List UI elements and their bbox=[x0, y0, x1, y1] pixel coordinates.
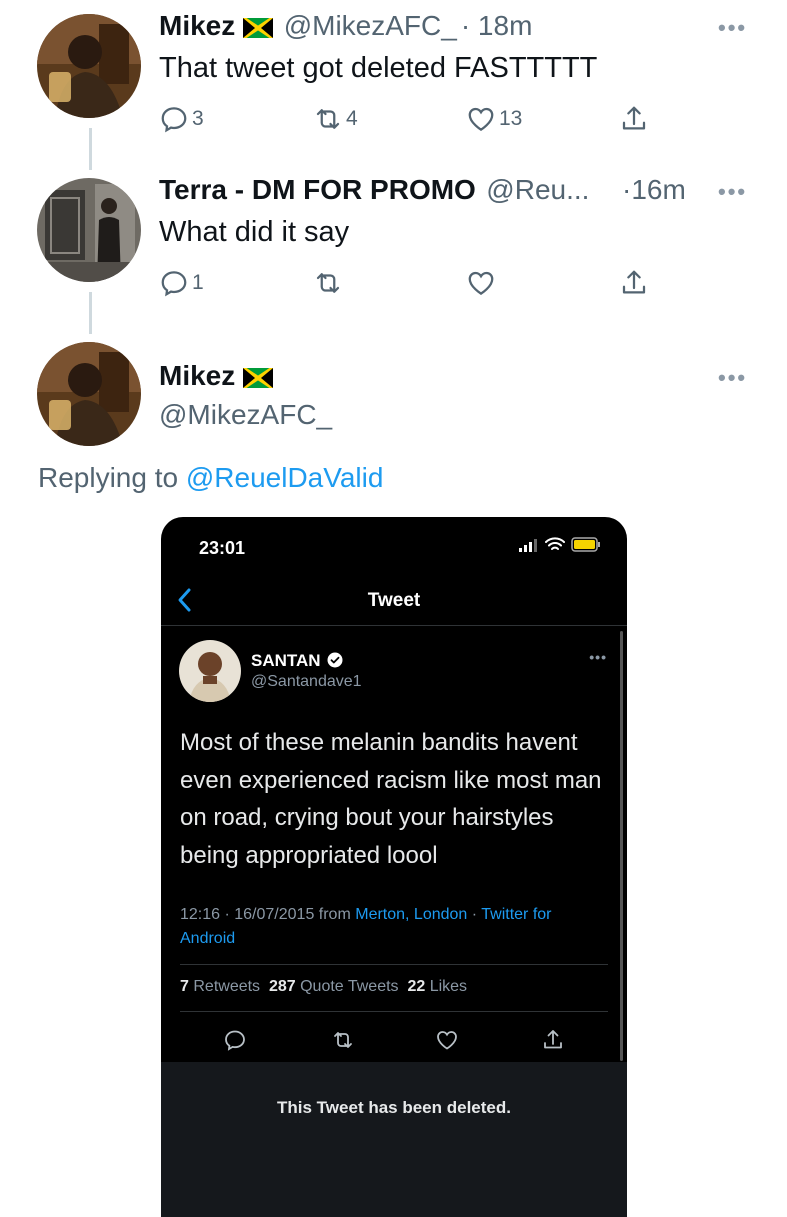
divider bbox=[180, 964, 608, 965]
replying-to: Replying to @ReuelDaValid bbox=[38, 462, 383, 494]
heart-icon bbox=[468, 271, 494, 295]
tweet-text: That tweet got deleted FASTTTTT bbox=[159, 52, 598, 84]
header-title: Tweet bbox=[367, 590, 421, 611]
author-name[interactable]: Mikez bbox=[159, 360, 235, 391]
deleted-banner bbox=[161, 1062, 627, 1217]
tweet-text: What did it say bbox=[159, 216, 350, 248]
reply-icon[interactable] bbox=[223, 1028, 247, 1052]
embedded-tweet-location[interactable]: Merton, London bbox=[355, 906, 467, 923]
embedded-author-name-text: SANTAN bbox=[251, 651, 321, 670]
like-button[interactable] bbox=[466, 268, 496, 298]
share-icon bbox=[622, 106, 646, 130]
likes-count: 22 bbox=[407, 978, 426, 995]
more-icon[interactable]: ••• bbox=[718, 365, 747, 391]
more-icon[interactable]: ••• bbox=[718, 179, 747, 205]
jamaica-flag-icon bbox=[242, 16, 275, 43]
avatar-santan[interactable] bbox=[179, 640, 241, 702]
main-tweet-header: Mikez bbox=[159, 360, 275, 393]
reply-count: 3 bbox=[192, 107, 204, 130]
retweet-icon bbox=[316, 273, 340, 293]
thread-line bbox=[89, 292, 92, 334]
embedded-tweet-meta: 12:16 · 16/07/2015 from Merton, London ·… bbox=[180, 903, 610, 951]
share-icon[interactable] bbox=[541, 1028, 565, 1052]
more-icon[interactable]: ••• bbox=[589, 649, 607, 665]
retweet-button[interactable]: 4 bbox=[313, 104, 358, 134]
verified-badge-icon bbox=[327, 652, 343, 668]
embedded-screenshot[interactable]: 23:01 Tweet SANTAN @Santandave1 ••• Most… bbox=[161, 517, 627, 1217]
scrollbar[interactable] bbox=[620, 631, 623, 1061]
reply-icon bbox=[161, 107, 187, 133]
retweet-icon[interactable] bbox=[331, 1028, 355, 1052]
retweet-button[interactable] bbox=[313, 268, 343, 298]
deleted-notice: This Tweet has been deleted. bbox=[277, 1098, 511, 1117]
more-icon[interactable]: ••• bbox=[718, 15, 747, 41]
divider bbox=[180, 1011, 608, 1012]
reply-button[interactable]: 3 bbox=[159, 104, 204, 134]
divider bbox=[161, 625, 627, 626]
wifi-icon bbox=[545, 537, 565, 550]
share-button[interactable] bbox=[619, 268, 649, 298]
author-name[interactable]: Mikez bbox=[159, 10, 235, 41]
embedded-tweet-text: Most of these melanin bandits havent eve… bbox=[180, 729, 602, 869]
reply-count: 1 bbox=[192, 271, 204, 294]
author-handle[interactable]: @Reu... bbox=[486, 174, 589, 205]
tweet-1-header: Mikez @MikezAFC_ · 18m bbox=[159, 10, 532, 43]
avatar-terra[interactable] bbox=[37, 178, 141, 282]
tweet-time[interactable]: · 18m bbox=[461, 10, 533, 41]
like-button[interactable]: 13 bbox=[466, 104, 522, 134]
tweet-time[interactable]: ·16m bbox=[622, 174, 686, 206]
avatar-mikez[interactable] bbox=[37, 342, 141, 446]
meta-separator: · bbox=[467, 906, 482, 923]
avatar-mikez[interactable] bbox=[37, 14, 141, 118]
author-name[interactable]: Terra - DM FOR PROMO bbox=[159, 174, 476, 205]
share-icon bbox=[622, 270, 646, 294]
embedded-tweet-timestamp: 12:16 · 16/07/2015 from bbox=[180, 906, 351, 923]
like-count: 13 bbox=[499, 107, 523, 130]
jamaica-flag-icon bbox=[242, 366, 275, 393]
retweet-count: 4 bbox=[346, 107, 358, 130]
replying-to-label: Replying to bbox=[38, 462, 179, 493]
retweet-icon bbox=[316, 109, 340, 129]
embedded-author-name[interactable]: SANTAN bbox=[251, 651, 343, 671]
battery-icon bbox=[571, 537, 600, 552]
author-handle[interactable]: @MikezAFC_ bbox=[284, 10, 457, 41]
quote-tweets-label[interactable]: Quote Tweets bbox=[300, 978, 398, 995]
retweets-label[interactable]: Retweets bbox=[193, 978, 260, 995]
tweet-2-header: Terra - DM FOR PROMO @Reu... bbox=[159, 174, 589, 206]
embedded-tweet-stats: 7 Retweets 287 Quote Tweets 22 Likes bbox=[180, 978, 467, 996]
author-handle[interactable]: @MikezAFC_ bbox=[159, 399, 332, 431]
status-bar-icons bbox=[519, 537, 601, 552]
heart-icon[interactable] bbox=[435, 1028, 459, 1052]
thread-line bbox=[89, 128, 92, 170]
quote-tweets-count: 287 bbox=[268, 978, 296, 995]
heart-icon bbox=[468, 107, 494, 131]
reply-icon bbox=[161, 271, 187, 297]
embedded-author-handle[interactable]: @Santandave1 bbox=[251, 673, 362, 691]
signal-icon bbox=[519, 538, 537, 552]
likes-label[interactable]: Likes bbox=[430, 978, 467, 995]
retweets-count: 7 bbox=[180, 978, 189, 995]
reply-button[interactable]: 1 bbox=[159, 268, 204, 298]
status-bar-time: 23:01 bbox=[199, 538, 246, 558]
share-button[interactable] bbox=[619, 104, 649, 134]
replying-to-link[interactable]: @ReuelDaValid bbox=[186, 462, 384, 493]
